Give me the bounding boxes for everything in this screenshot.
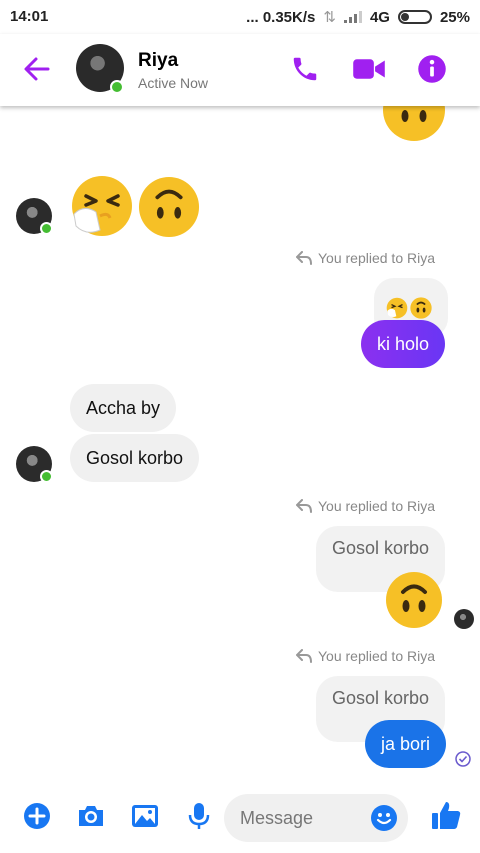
- camera-icon[interactable]: [76, 801, 106, 831]
- presence-status: Active Now: [138, 75, 209, 91]
- reply-indicator: You replied to Riya: [296, 498, 435, 514]
- contact-name[interactable]: Riya: [138, 50, 178, 72]
- message-list[interactable]: You replied to Riya ki holo Accha by Gos…: [0, 106, 480, 781]
- sent-message[interactable]: ja bori: [365, 720, 447, 768]
- reply-note-text: You replied to Riya: [318, 648, 436, 664]
- network-speed: ... 0.35K/s: [246, 8, 316, 26]
- data-arrows-icon: ⇅: [323, 9, 336, 26]
- composer-bar: Message: [0, 781, 480, 853]
- upside-down-face-emoji: [386, 572, 442, 628]
- status-time: 14:01: [10, 8, 49, 25]
- message-placeholder: Message: [240, 807, 314, 828]
- seen-avatar: [454, 609, 474, 629]
- sneezing-face-emoji: [386, 297, 408, 319]
- video-call-icon[interactable]: [352, 54, 386, 84]
- phone-icon[interactable]: [290, 54, 320, 84]
- thumbs-up-icon[interactable]: [430, 799, 462, 831]
- chat-header: Riya Active Now: [0, 34, 480, 106]
- reply-arrow-icon: [296, 649, 312, 663]
- emoji-icon[interactable]: [370, 804, 398, 832]
- reply-arrow-icon: [296, 499, 312, 513]
- received-message[interactable]: Accha by: [70, 384, 177, 432]
- received-message[interactable]: Gosol korbo: [70, 434, 200, 482]
- status-bar: 14:01 ... 0.35K/s ⇅ 4G 25%: [0, 0, 480, 34]
- signal-icon: [343, 11, 362, 23]
- sent-message[interactable]: ki holo: [361, 320, 446, 368]
- microphone-icon[interactable]: [184, 801, 214, 831]
- reply-arrow-icon: [296, 251, 312, 265]
- sneezing-face-emoji: [72, 176, 132, 236]
- battery-percent: 25%: [439, 8, 470, 26]
- status-indicators: ... 0.35K/s ⇅ 4G 25%: [246, 8, 470, 27]
- sent-check-icon: [455, 751, 471, 767]
- network-type: 4G: [369, 8, 390, 26]
- upside-down-face-emoji: [383, 106, 445, 141]
- battery-icon: [397, 10, 432, 24]
- reply-note-text: You replied to Riya: [318, 498, 436, 514]
- reply-indicator: You replied to Riya: [296, 648, 435, 664]
- online-indicator: [40, 222, 53, 235]
- upside-down-face-emoji: [138, 176, 200, 238]
- reply-note-text: You replied to Riya: [318, 250, 436, 266]
- plus-icon[interactable]: [22, 801, 52, 831]
- online-indicator: [40, 470, 53, 483]
- back-arrow-icon[interactable]: [22, 54, 52, 84]
- upside-down-face-emoji: [410, 297, 432, 319]
- online-indicator: [110, 80, 124, 94]
- gallery-icon[interactable]: [130, 801, 160, 831]
- info-icon[interactable]: [417, 54, 447, 84]
- reply-indicator: You replied to Riya: [296, 250, 435, 266]
